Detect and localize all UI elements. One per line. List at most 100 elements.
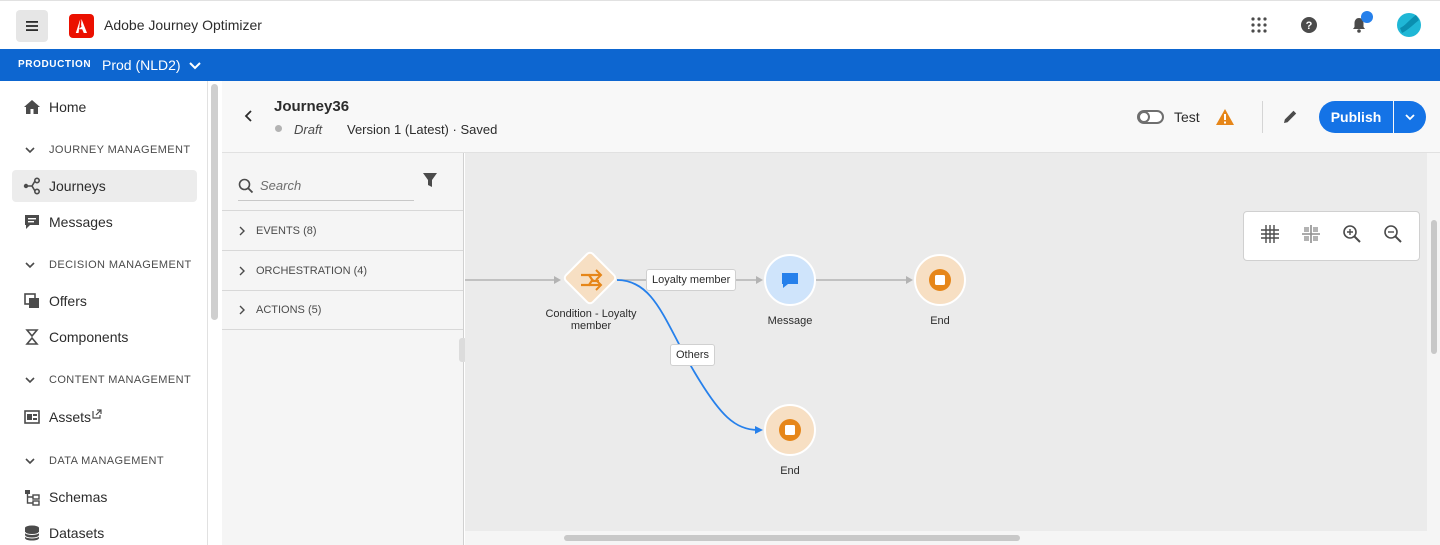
nav-item-messages[interactable]: Messages — [12, 206, 197, 238]
svg-text:?: ? — [1306, 20, 1313, 32]
home-icon — [24, 100, 40, 114]
app-grid-icon — [1251, 17, 1267, 33]
datasets-icon — [24, 525, 40, 541]
filter-icon — [423, 173, 437, 187]
edge-arrowhead — [554, 276, 561, 284]
nav-section-journey-management[interactable]: JOURNEY MANAGEMENT — [24, 140, 190, 160]
message-node[interactable] — [764, 254, 816, 306]
edit-journey-button[interactable] — [1281, 108, 1299, 131]
components-icon — [25, 329, 39, 345]
end-node-label: End — [930, 315, 950, 327]
palette-category-label: ORCHESTRATION (4) — [256, 264, 368, 277]
message-node-label: Message — [767, 315, 813, 327]
app-name: Adobe Journey Optimizer — [104, 17, 262, 33]
journey-status: Draft — [294, 122, 323, 137]
nav-section-content-management[interactable]: CONTENT MANAGEMENT — [24, 370, 191, 390]
left-nav-scrollbar[interactable] — [211, 84, 218, 320]
header-divider — [1262, 101, 1263, 133]
nav-label-journeys: Journeys — [49, 178, 106, 194]
nav-item-offers[interactable]: Offers — [12, 285, 197, 317]
status-dot — [275, 125, 282, 132]
warning-icon — [1216, 109, 1234, 125]
nav-label-datasets: Datasets — [49, 525, 105, 541]
nav-section-label: DATA MANAGEMENT — [49, 455, 164, 467]
app-switcher-button[interactable] — [1246, 12, 1272, 38]
user-avatar[interactable] — [1396, 12, 1422, 38]
chevron-down-icon — [189, 62, 201, 70]
end-node-label: End — [780, 465, 800, 477]
hamburger-menu-button[interactable] — [16, 10, 48, 42]
adobe-logo-icon — [75, 19, 87, 33]
nav-label-components: Components — [49, 329, 129, 345]
left-navigation: Home JOURNEY MANAGEMENT Journeys Message… — [0, 81, 208, 545]
nav-item-home[interactable]: Home — [12, 91, 197, 123]
journey-graph — [465, 251, 966, 456]
grid-toggle-button[interactable] — [1260, 224, 1280, 249]
zoom-out-button[interactable] — [1383, 224, 1403, 249]
top-bar: Adobe Journey Optimizer ? — [0, 0, 1440, 49]
grid-icon — [1261, 224, 1280, 243]
nav-section-label: JOURNEY MANAGEMENT — [49, 144, 191, 156]
nav-label-messages: Messages — [49, 214, 113, 230]
back-button[interactable] — [242, 109, 256, 128]
edge-label-loyalty[interactable]: Loyalty member — [646, 269, 737, 291]
chevron-down-icon — [25, 147, 35, 154]
nav-label-home: Home — [49, 99, 87, 115]
sandbox-switcher-button[interactable] — [188, 58, 202, 77]
palette-category-actions[interactable]: ACTIONS (5) — [222, 290, 463, 330]
filter-button[interactable] — [422, 172, 438, 193]
assets-icon — [24, 410, 40, 424]
notifications-button[interactable] — [1346, 11, 1373, 38]
nav-item-assets[interactable]: Assets — [12, 401, 197, 433]
publish-options-button[interactable] — [1394, 101, 1426, 133]
test-mode-label: Test — [1174, 109, 1200, 125]
search-icon — [238, 178, 254, 193]
journey-canvas[interactable]: Condition - Loyalty member Message End E… — [465, 153, 1427, 531]
publish-button[interactable]: Publish — [1319, 101, 1393, 133]
nav-item-schemas[interactable]: Schemas — [12, 481, 197, 513]
nav-label-schemas: Schemas — [49, 489, 108, 505]
condition-node[interactable] — [563, 251, 617, 305]
test-mode-toggle[interactable] — [1137, 110, 1164, 124]
condition-node-label: Condition - Loyalty member — [544, 308, 638, 332]
chevron-down-icon — [1405, 114, 1415, 121]
palette-category-events[interactable]: EVENTS (8) — [222, 210, 463, 250]
schemas-icon — [25, 490, 40, 506]
nav-item-components[interactable]: Components — [12, 321, 197, 353]
adobe-logo[interactable] — [69, 14, 94, 38]
end-node-top[interactable] — [914, 254, 966, 306]
nav-section-data-management[interactable]: DATA MANAGEMENT — [24, 451, 164, 471]
zoom-in-button[interactable] — [1342, 224, 1362, 249]
nav-item-journeys[interactable]: Journeys — [12, 170, 197, 202]
end-node-bottom[interactable] — [764, 404, 816, 456]
palette-category-orchestration[interactable]: ORCHESTRATION (4) — [222, 250, 463, 290]
nav-section-label: DECISION MANAGEMENT — [49, 259, 192, 271]
pencil-icon — [1284, 110, 1297, 123]
edge-arrowhead — [906, 276, 913, 284]
activity-palette: Search EVENTS (8) ORCHESTRATION (4) ACTI… — [222, 153, 464, 545]
help-icon: ? — [1301, 17, 1317, 33]
horizontal-scrollbar-thumb[interactable] — [564, 535, 1020, 541]
nav-section-decision-management[interactable]: DECISION MANAGEMENT — [24, 255, 192, 275]
journey-version: Version 1 (Latest) · Saved — [347, 122, 498, 137]
environment-bar: PRODUCTION Prod (NLD2) — [0, 49, 1440, 81]
chevron-right-icon — [239, 266, 245, 275]
nav-section-label: CONTENT MANAGEMENT — [49, 374, 192, 386]
palette-search-field[interactable]: Search — [238, 171, 414, 201]
zoom-in-icon — [1343, 224, 1361, 243]
edge-label-others[interactable]: Others — [670, 344, 716, 366]
edge-arrowhead — [755, 426, 763, 434]
vertical-scrollbar-thumb[interactable] — [1431, 220, 1437, 354]
external-link-icon — [92, 409, 102, 419]
warning-button[interactable] — [1215, 108, 1235, 131]
sandbox-name[interactable]: Prod (NLD2) — [102, 57, 181, 73]
environment-label: PRODUCTION — [18, 59, 92, 70]
fit-to-screen-button[interactable] — [1301, 224, 1321, 249]
journey-header: Journey36 Draft Version 1 (Latest) · Sav… — [222, 81, 1440, 153]
chevron-left-icon — [244, 110, 252, 122]
palette-category-label: ACTIONS (5) — [256, 304, 322, 316]
nav-item-datasets[interactable]: Datasets — [12, 517, 197, 545]
help-button[interactable]: ? — [1296, 12, 1322, 38]
fit-icon — [1302, 224, 1321, 243]
search-placeholder: Search — [260, 178, 302, 193]
